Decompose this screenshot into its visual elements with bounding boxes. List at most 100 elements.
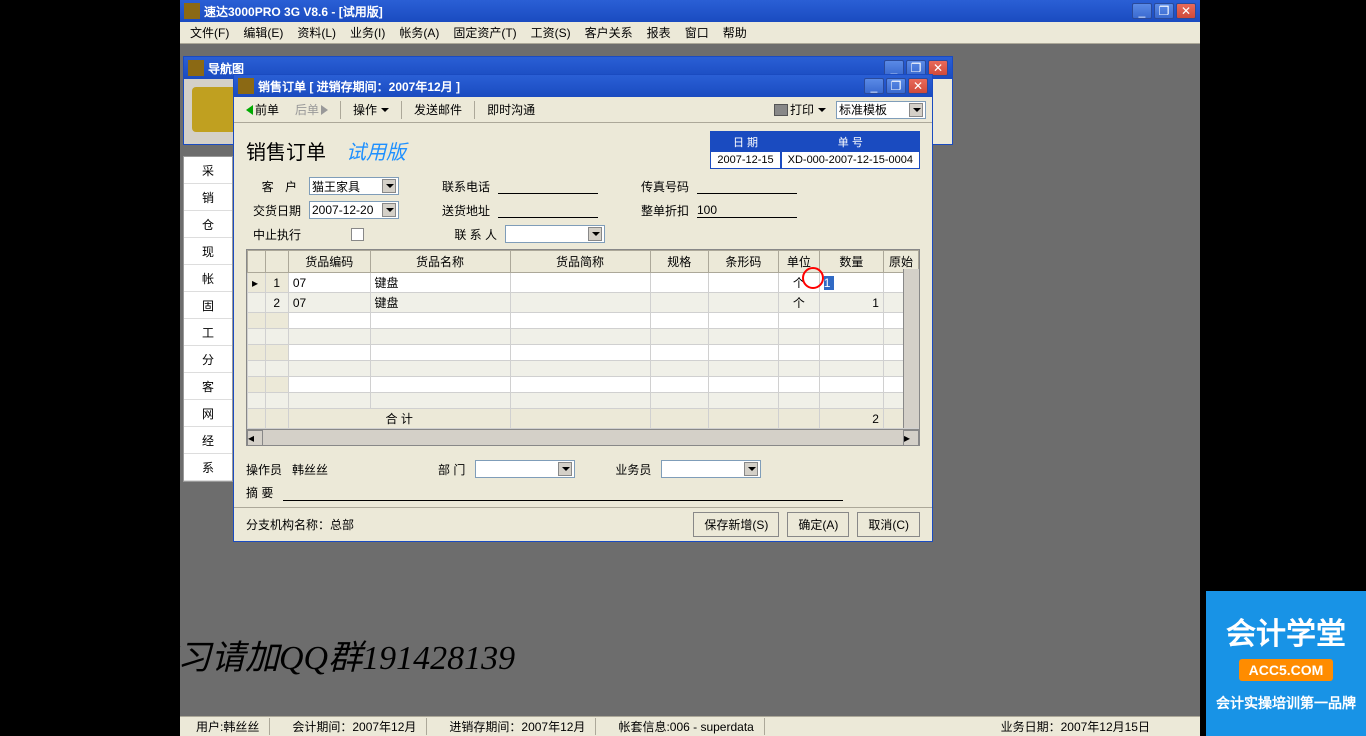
- menu-asset[interactable]: 固定资产(T): [447, 22, 522, 43]
- order-minimize[interactable]: _: [864, 78, 884, 94]
- summary-label: 摘 要: [246, 484, 273, 501]
- phone-input[interactable]: [498, 178, 598, 194]
- menu-business[interactable]: 业务(I): [344, 22, 391, 43]
- prev-button[interactable]: 前单: [240, 99, 285, 120]
- contact-combo[interactable]: [505, 225, 605, 243]
- next-button[interactable]: 后单: [289, 99, 334, 120]
- discount-input[interactable]: [697, 202, 797, 218]
- operator-value: 韩丝丝: [292, 461, 328, 478]
- discount-label: 整单折扣: [634, 202, 689, 219]
- minimize-button[interactable]: _: [1132, 3, 1152, 19]
- sidebar-item-0[interactable]: 采: [184, 157, 232, 184]
- operate-button[interactable]: 操作: [347, 99, 395, 120]
- logo-box: 会计学堂 ACC5.COM 会计实操培训第一品牌: [1206, 591, 1366, 736]
- sidebar: 采 销 仓 现 帐 固 工 分 客 网 经 系: [183, 156, 233, 482]
- sidebar-item-2[interactable]: 仓: [184, 211, 232, 238]
- sidebar-item-10[interactable]: 经: [184, 427, 232, 454]
- menu-edit[interactable]: 编辑(E): [237, 22, 289, 43]
- order-icon: [238, 78, 254, 94]
- sendmail-button[interactable]: 发送邮件: [408, 99, 468, 120]
- order-close[interactable]: ✕: [908, 78, 928, 94]
- table-row[interactable]: [248, 313, 919, 329]
- col-name[interactable]: 货品名称: [370, 251, 510, 273]
- logo-line1: 会计学堂: [1206, 609, 1366, 653]
- col-barcode[interactable]: 条形码: [708, 251, 778, 273]
- table-row[interactable]: [248, 393, 919, 409]
- chevron-down-icon: [381, 108, 389, 112]
- col-unit[interactable]: 单位: [778, 251, 819, 273]
- grid-header-row: 货品编码 货品名称 货品简称 规格 条形码 单位 数量 原始: [248, 251, 919, 273]
- app-title: 速达3000PRO 3G V8.6 - [试用版]: [204, 3, 1132, 20]
- sales-combo[interactable]: [661, 460, 761, 478]
- print-button[interactable]: 打印: [768, 99, 832, 120]
- customer-combo[interactable]: 猫王家具: [309, 177, 399, 195]
- addr-input[interactable]: [498, 202, 598, 218]
- sidebar-item-11[interactable]: 系: [184, 454, 232, 481]
- menubar: 文件(F) 编辑(E) 资料(L) 业务(I) 帐务(A) 固定资产(T) 工资…: [180, 22, 1200, 44]
- close-button[interactable]: ✕: [1176, 3, 1196, 19]
- col-spec[interactable]: 规格: [650, 251, 708, 273]
- order-title: 销售订单 [ 进销存期间：2007年12月 ]: [258, 78, 864, 95]
- abort-checkbox[interactable]: [351, 228, 364, 241]
- scroll-right-button[interactable]: ▸: [903, 430, 919, 446]
- table-row[interactable]: ▸1 07键盘 个 1: [248, 273, 919, 293]
- im-button[interactable]: 即时沟通: [481, 99, 541, 120]
- cancel-button[interactable]: 取消(C): [857, 512, 920, 537]
- menu-account[interactable]: 帐务(A): [393, 22, 445, 43]
- sidebar-item-3[interactable]: 现: [184, 238, 232, 265]
- sidebar-item-7[interactable]: 分: [184, 346, 232, 373]
- table-row[interactable]: 2 07键盘 个 1: [248, 293, 919, 313]
- menu-file[interactable]: 文件(F): [184, 22, 235, 43]
- delivery-date-label: 交货日期: [246, 202, 301, 219]
- nav-icon: [188, 60, 204, 76]
- menu-help[interactable]: 帮助: [717, 22, 753, 43]
- nav-logo-icon: [192, 87, 237, 132]
- maximize-button[interactable]: ❐: [1154, 3, 1174, 19]
- menu-crm[interactable]: 客户关系: [579, 22, 639, 43]
- sidebar-item-1[interactable]: 销: [184, 184, 232, 211]
- order-window: 销售订单 [ 进销存期间：2007年12月 ] _ ❐ ✕ 前单 后单 操作 发…: [233, 74, 933, 542]
- mdi-area: 导航图 _ ❐ ✕ 采 销 仓 现 帐 固 工 分 客 网 经 系: [180, 44, 1200, 714]
- table-row[interactable]: [248, 345, 919, 361]
- abort-label: 中止执行: [246, 226, 301, 243]
- template-select[interactable]: 标准模板: [836, 101, 926, 119]
- statusbar: 用户:韩丝丝 会计期间：2007年12月 进销存期间：2007年12月 帐套信息…: [180, 716, 1200, 736]
- menu-report[interactable]: 报表: [641, 22, 677, 43]
- qty-cell-editing[interactable]: 1: [819, 273, 883, 293]
- contact-label: 联 系 人: [442, 226, 497, 243]
- order-maximize[interactable]: ❐: [886, 78, 906, 94]
- fax-label: 传真号码: [634, 178, 689, 195]
- ok-button[interactable]: 确定(A): [787, 512, 849, 537]
- date-value: 2007-12-15: [711, 152, 779, 168]
- table-row[interactable]: [248, 361, 919, 377]
- col-qty[interactable]: 数量: [819, 251, 883, 273]
- status-user: 用户:韩丝丝: [186, 718, 270, 735]
- scrollbar-vertical[interactable]: [903, 269, 919, 428]
- form-title: 销售订单: [246, 136, 326, 165]
- branch-label: 分支机构名称：总部: [246, 516, 685, 533]
- fax-input[interactable]: [697, 178, 797, 194]
- logo-line3: 会计实操培训第一品牌: [1206, 693, 1366, 713]
- delivery-date-combo[interactable]: 2007-12-20: [309, 201, 399, 219]
- sidebar-item-4[interactable]: 帐: [184, 265, 232, 292]
- dept-combo[interactable]: [475, 460, 575, 478]
- sidebar-item-9[interactable]: 网: [184, 400, 232, 427]
- menu-salary[interactable]: 工资(S): [525, 22, 577, 43]
- form-area: 销售订单 试用版 日 期 2007-12-15 单 号 XD-000-2007-…: [234, 123, 932, 454]
- scrollbar-horizontal[interactable]: ◂ ▸: [247, 429, 919, 445]
- col-short[interactable]: 货品简称: [510, 251, 650, 273]
- scroll-left-button[interactable]: ◂: [247, 430, 263, 446]
- table-row[interactable]: [248, 377, 919, 393]
- trial-label: 试用版: [346, 136, 406, 165]
- status-biz-date: 业务日期：2007年12月15日: [1001, 718, 1150, 735]
- menu-window[interactable]: 窗口: [679, 22, 715, 43]
- sidebar-item-5[interactable]: 固: [184, 292, 232, 319]
- date-no-box: 日 期 2007-12-15 单 号 XD-000-2007-12-15-000…: [710, 131, 920, 169]
- summary-input[interactable]: [283, 485, 843, 501]
- menu-data[interactable]: 资料(L): [291, 22, 342, 43]
- table-row[interactable]: [248, 329, 919, 345]
- sidebar-item-6[interactable]: 工: [184, 319, 232, 346]
- save-new-button[interactable]: 保存新增(S): [693, 512, 779, 537]
- col-code[interactable]: 货品编码: [288, 251, 370, 273]
- sidebar-item-8[interactable]: 客: [184, 373, 232, 400]
